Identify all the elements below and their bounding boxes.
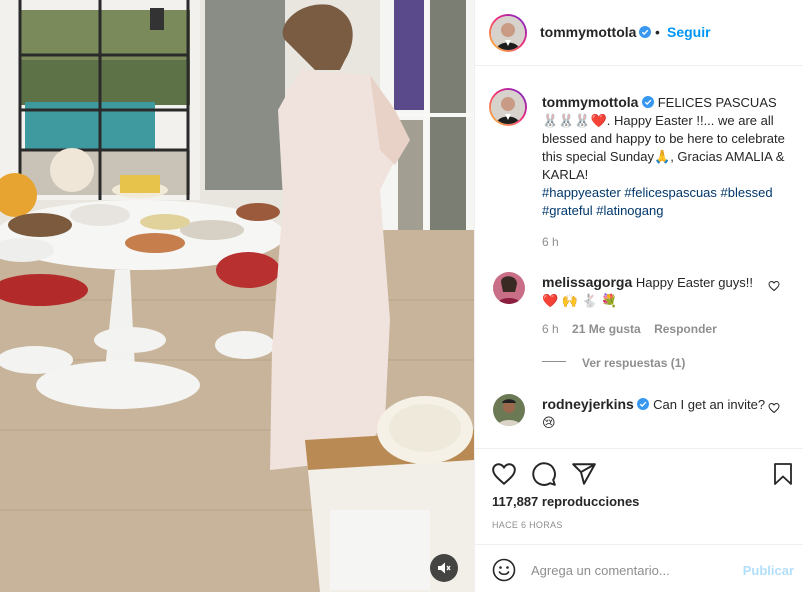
caption-username[interactable]: tommymottola (542, 94, 638, 110)
comment-emojis: ❤️ 🙌 🐇 💐 (542, 293, 618, 308)
comment-meta: 6 h 21 Me gusta Responder (542, 322, 717, 336)
caption-emoji-3: 🐰 (574, 113, 591, 128)
verified-badge-icon (637, 398, 650, 410)
caption-emoji-1: 🐰 (542, 113, 559, 128)
hashtag-link[interactable]: #felicespascuas (624, 185, 717, 200)
hashtag-link[interactable]: #grateful (542, 203, 593, 218)
comment-likes[interactable]: 21 Me gusta (572, 322, 641, 336)
author-avatar[interactable] (489, 14, 527, 52)
mute-button[interactable] (430, 554, 458, 582)
comment-input[interactable]: Agrega un comentario... (531, 563, 670, 578)
comment-avatar[interactable] (493, 394, 525, 426)
reply-button[interactable]: Responder (654, 322, 717, 336)
caption-lead: FELICES PASCUAS (657, 95, 777, 110)
post-time-ago[interactable]: HACE 6 HORAS (492, 520, 563, 530)
comment-text: rodneyjerkins Can I get an invite? 😢 (542, 395, 767, 432)
comment-like-heart-icon[interactable] (768, 402, 780, 414)
avatar-photo (491, 90, 525, 124)
follow-button[interactable]: Seguir (667, 24, 711, 40)
comment-avatar[interactable] (493, 272, 525, 304)
post-video[interactable] (0, 0, 474, 592)
caption-emoji-4: ❤️ (590, 113, 607, 128)
post-header: tommymottola • Seguir (475, 0, 803, 66)
replies-divider (542, 361, 566, 362)
verified-badge-icon (639, 26, 651, 38)
post-actions: 117,887 reproducciones HACE 6 HORAS (475, 448, 803, 544)
view-replies-button[interactable]: Ver respuestas (1) (582, 356, 685, 370)
comment-like-heart-icon[interactable] (768, 280, 780, 292)
header-separator: • (655, 24, 660, 40)
post-panel: tommymottola • Seguir tommymottola FELIC… (474, 0, 803, 592)
comment-emojis: 😢 (542, 415, 556, 430)
comment-text: melissagorga Happy Easter guys!! ❤️ 🙌 🐇 … (542, 273, 767, 310)
heart-icon[interactable] (491, 461, 517, 487)
avatar-photo (493, 394, 525, 426)
view-count[interactable]: 117,887 reproducciones (492, 494, 639, 509)
video-frame (0, 0, 474, 592)
emoji-icon[interactable] (492, 558, 516, 582)
verified-badge-icon (642, 96, 655, 108)
author-username[interactable]: tommymottola (540, 24, 636, 40)
comment-body: Can I get an invite? (653, 397, 766, 412)
comment-timestamp[interactable]: 6 h (542, 322, 559, 336)
caption-text: tommymottola FELICES PASCUAS 🐰🐰🐰❤️. Happ… (542, 93, 797, 220)
share-icon[interactable] (571, 461, 597, 487)
caption-author-avatar[interactable] (489, 88, 527, 126)
caption-timestamp[interactable]: 6 h (542, 235, 559, 249)
bookmark-icon[interactable] (771, 461, 795, 487)
mute-icon (438, 562, 451, 574)
avatar-photo (493, 272, 525, 304)
hashtag-link[interactable]: #blessed (721, 185, 773, 200)
add-comment-bar: Agrega un comentario... Publicar (475, 544, 803, 592)
comment-username[interactable]: melissagorga (542, 274, 632, 290)
avatar-photo (491, 16, 525, 50)
hashtag-link[interactable]: #latinogang (596, 203, 663, 218)
publish-button[interactable]: Publicar (743, 563, 794, 578)
caption-pray-emoji: 🙏 (654, 149, 671, 164)
hashtag-link[interactable]: #happyeaster (542, 185, 621, 200)
comment-username[interactable]: rodneyjerkins (542, 396, 634, 412)
comment-body: Happy Easter guys!! (635, 275, 753, 290)
caption-emoji-2: 🐰 (558, 113, 575, 128)
comment-icon[interactable] (531, 461, 557, 487)
